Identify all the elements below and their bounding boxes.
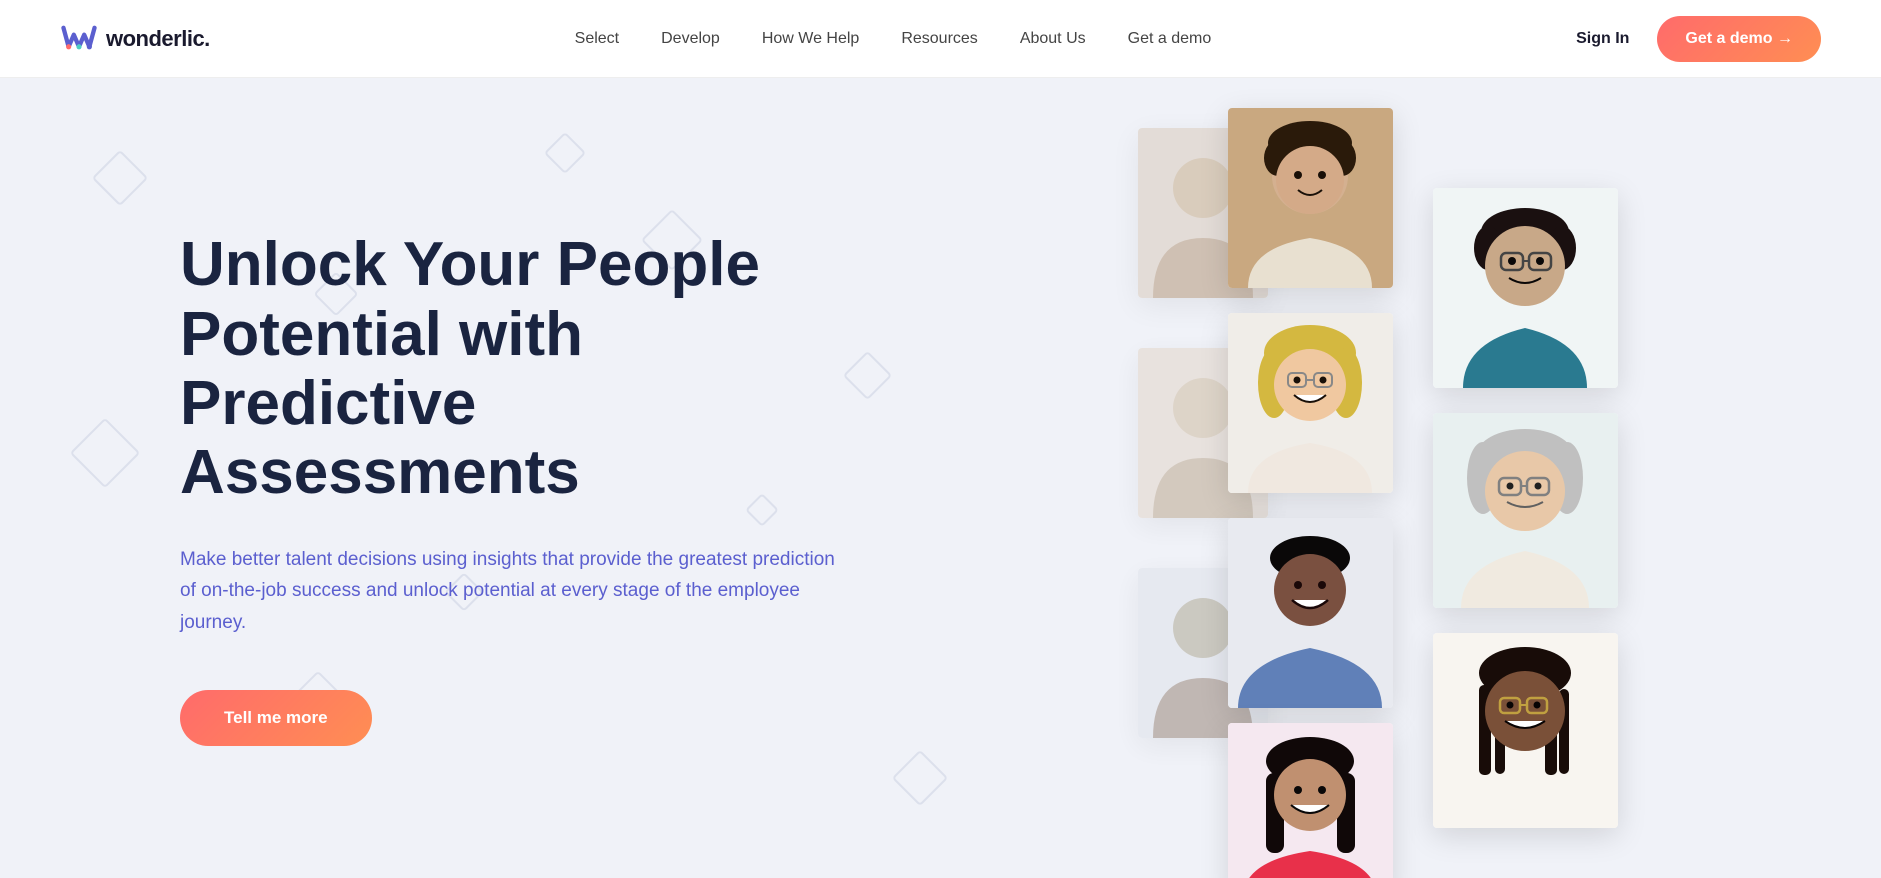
person-illustration-1: [1228, 108, 1393, 288]
logo-icon: [60, 24, 98, 54]
logo-text: wonderlic.: [106, 26, 210, 52]
nav-item-resources[interactable]: Resources: [901, 30, 977, 47]
photo-card-3: [1228, 518, 1393, 708]
nav-actions: Sign In Get a demo →: [1576, 16, 1821, 62]
person-illustration-2: [1228, 313, 1393, 493]
nav-item-about-us[interactable]: About Us: [1020, 30, 1086, 47]
person-illustration-7: [1433, 413, 1618, 608]
get-demo-nav-button[interactable]: Get a demo →: [1657, 16, 1821, 62]
hero-section: Unlock Your People Potential with Predic…: [0, 78, 1881, 878]
photo-card-2: [1228, 313, 1393, 493]
hero-photos: [1035, 78, 1881, 878]
hero-content: Unlock Your People Potential with Predic…: [0, 78, 1035, 878]
photo-card-8: [1433, 633, 1618, 828]
person-illustration-8: [1433, 633, 1618, 828]
navbar: wonderlic. Select Develop How We Help Re…: [0, 0, 1881, 78]
person-illustration-3: [1228, 518, 1393, 708]
photo-card-1: [1228, 108, 1393, 288]
tell-more-button[interactable]: Tell me more: [180, 690, 372, 746]
person-illustration-6: [1433, 188, 1618, 388]
photo-grid: [1168, 98, 1748, 858]
logo-link[interactable]: wonderlic.: [60, 24, 210, 54]
hero-subtitle: Make better talent decisions using insig…: [180, 544, 840, 638]
nav-links: Select Develop How We Help Resources Abo…: [575, 30, 1212, 48]
nav-item-select[interactable]: Select: [575, 30, 619, 47]
nav-item-how-we-help[interactable]: How We Help: [762, 30, 860, 47]
photo-card-7: [1433, 413, 1618, 608]
nav-item-get-a-demo[interactable]: Get a demo: [1128, 30, 1212, 47]
hero-title: Unlock Your People Potential with Predic…: [180, 230, 880, 508]
photo-card-6: [1433, 188, 1618, 388]
photo-card-5: [1228, 723, 1393, 878]
person-illustration-5: [1228, 723, 1393, 878]
sign-in-button[interactable]: Sign In: [1576, 30, 1629, 48]
nav-item-develop[interactable]: Develop: [661, 30, 720, 47]
